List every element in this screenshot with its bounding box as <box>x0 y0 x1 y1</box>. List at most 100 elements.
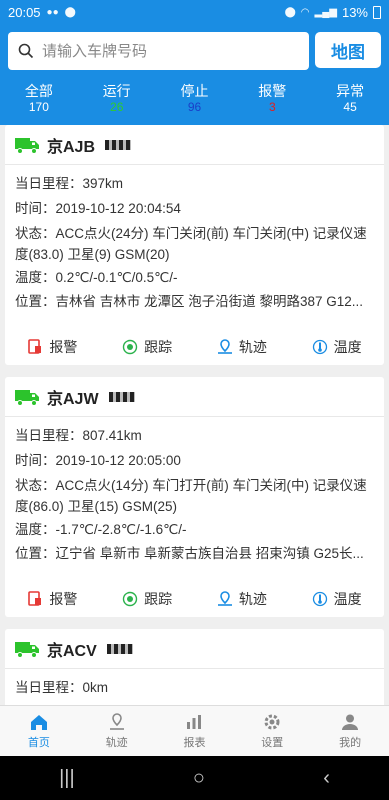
tab-0[interactable]: 全部 170 <box>0 82 78 122</box>
vehicle-temp-row: 温度：-1.7℃/-2.8℃/-1.6℃/- <box>15 519 375 540</box>
vehicle-time-row: 时间：2019-10-12 20:04:54 <box>15 198 375 219</box>
status-label: 状态： <box>15 226 56 241</box>
temperature-icon <box>312 591 327 607</box>
vehicle-mileage-row: 当日里程：807.41km <box>15 425 375 446</box>
temp-label: 温度： <box>15 270 56 285</box>
alarm-icon <box>28 339 42 354</box>
vehicle-card[interactable]: 京ACV 当日里程：0km <box>5 629 384 705</box>
temperature-button[interactable]: 温度 <box>289 581 384 617</box>
action-label: 报警 <box>49 339 78 355</box>
tab-2[interactable]: 停止 96 <box>156 82 234 122</box>
nav-1[interactable]: 轨迹 <box>78 706 156 756</box>
tab-count: 96 <box>187 100 202 114</box>
route-nav-icon <box>109 713 124 730</box>
mileage-label: 当日里程： <box>15 428 83 443</box>
vehicle-temp-row: 温度：0.2℃/-0.1℃/0.5℃/- <box>15 267 375 288</box>
location-icon: ⬤ <box>284 6 296 18</box>
truck-icon <box>15 641 39 658</box>
route-icon <box>217 591 232 606</box>
nav-0[interactable]: 首页 <box>0 706 78 756</box>
map-button[interactable]: 地图 <box>315 32 381 68</box>
battery-icon <box>373 5 381 19</box>
alarm-button[interactable]: 报警 <box>5 329 100 365</box>
route-icon <box>217 339 232 354</box>
vehicle-actions: 报警 跟踪 轨迹 温度 <box>5 581 384 617</box>
search-icon <box>18 43 34 59</box>
location-pin-icon: ⬤ <box>64 6 76 18</box>
action-label: 轨迹 <box>238 591 267 607</box>
status-tabs: 全部 170 运行 26 停止 96 报警 3 异常 45 <box>0 82 389 122</box>
track-button[interactable]: 跟踪 <box>100 581 195 617</box>
mileage-value: 807.41km <box>82 428 142 443</box>
tab-label: 停止 <box>180 83 209 99</box>
temp-value: -1.7℃/-2.8℃/-1.6℃/- <box>55 522 187 537</box>
temperature-icon <box>312 339 327 355</box>
home-icon[interactable]: ○ <box>193 767 205 790</box>
nav-label: 我的 <box>339 737 362 749</box>
mileage-label: 当日里程： <box>15 680 83 695</box>
tab-label: 异常 <box>336 83 365 99</box>
vehicle-status-row: 状态：ACC点火(14分) 车门打开(前) 车门关闭(中) 记录仪速度(86.0… <box>15 475 375 517</box>
action-label: 温度 <box>333 591 362 607</box>
tab-count: 45 <box>343 100 357 114</box>
vehicle-list: 京AJB 当日里程：397km 时间：2019-10-12 20:04:54 状态：A… <box>0 125 389 705</box>
search-bar[interactable] <box>8 32 309 70</box>
location-value: 辽宁省 阜新市 阜新蒙古族自治县 招束沟镇 G25长... <box>55 546 364 561</box>
tab-count: 26 <box>110 100 124 114</box>
nav-label: 报表 <box>183 737 206 749</box>
alarm-button[interactable]: 报警 <box>5 581 100 617</box>
time-label: 时间： <box>15 453 56 468</box>
route-button[interactable]: 轨迹 <box>195 581 290 617</box>
action-label: 温度 <box>333 339 362 355</box>
action-label: 报警 <box>49 591 78 607</box>
time-label: 时间： <box>15 201 56 216</box>
vehicle-location-row: 位置：辽宁省 阜新市 阜新蒙古族自治县 招束沟镇 G25长... <box>15 543 375 564</box>
vehicle-card-header: 京AJB <box>5 125 384 165</box>
wifi-icon: ◠ <box>300 6 310 18</box>
action-label: 轨迹 <box>238 339 267 355</box>
plate-redaction <box>106 643 133 654</box>
alarm-icon <box>28 591 42 606</box>
vehicle-status-row: 状态：ACC点火(24分) 车门关闭(前) 车门关闭(中) 记录仪速度(83.0… <box>15 223 375 265</box>
time-value: 2019-10-12 20:04:54 <box>55 201 181 216</box>
chat-icon: ●● <box>46 6 59 18</box>
nav-label: 首页 <box>27 737 50 749</box>
mileage-value: 0km <box>82 680 109 695</box>
temperature-button[interactable]: 温度 <box>289 329 384 365</box>
status-time: 20:05 <box>8 4 41 20</box>
vehicle-card[interactable]: 京AJW 当日里程：807.41km 时间：2019-10-12 20:05:00 状… <box>5 377 384 617</box>
plate-search-input[interactable] <box>42 42 292 60</box>
report-nav-icon <box>187 715 202 729</box>
nav-4[interactable]: 我的 <box>311 706 389 756</box>
truck-icon <box>15 137 39 154</box>
vehicle-card-header: 京ACV <box>5 629 384 669</box>
location-value: 吉林省 吉林市 龙潭区 泡子沿街道 黎明路387 G12... <box>55 294 364 309</box>
vehicle-actions: 报警 跟踪 轨迹 温度 <box>5 329 384 365</box>
plate-number: 京AJB <box>47 138 96 156</box>
tab-4[interactable]: 异常 45 <box>311 82 389 122</box>
vehicle-mileage-row: 当日里程：397km <box>15 173 375 194</box>
nav-3[interactable]: 设置 <box>233 706 311 756</box>
profile-nav-icon <box>342 714 359 730</box>
track-button[interactable]: 跟踪 <box>100 329 195 365</box>
status-label: 状态： <box>15 478 56 493</box>
home-nav-icon <box>30 715 47 730</box>
system-nav-bar: ||| ○ ‹ <box>0 756 389 800</box>
nav-2[interactable]: 报表 <box>156 706 234 756</box>
back-icon[interactable]: ‹ <box>323 767 330 790</box>
route-button[interactable]: 轨迹 <box>195 329 290 365</box>
temp-value: 0.2℃/-0.1℃/0.5℃/- <box>55 270 178 285</box>
track-icon <box>122 591 138 607</box>
signal-icon: ▂▄▆ <box>314 6 337 18</box>
vehicle-location-row: 位置：吉林省 吉林市 龙潭区 泡子沿街道 黎明路387 G12... <box>15 291 375 312</box>
bottom-nav: 首页 轨迹 报表 设置 我的 <box>0 705 389 756</box>
header: 地图 全部170运行26停止96报警3异常45 <box>0 24 389 125</box>
tab-3[interactable]: 报警 3 <box>233 82 311 122</box>
tab-1[interactable]: 运行 26 <box>78 82 156 122</box>
location-label: 位置： <box>15 294 56 309</box>
battery-percent: 13% <box>341 4 368 20</box>
vehicle-card[interactable]: 京AJB 当日里程：397km 时间：2019-10-12 20:04:54 状态：A… <box>5 125 384 365</box>
recent-apps-icon[interactable]: ||| <box>59 767 75 790</box>
track-icon <box>122 339 138 355</box>
mileage-label: 当日里程： <box>15 176 83 191</box>
